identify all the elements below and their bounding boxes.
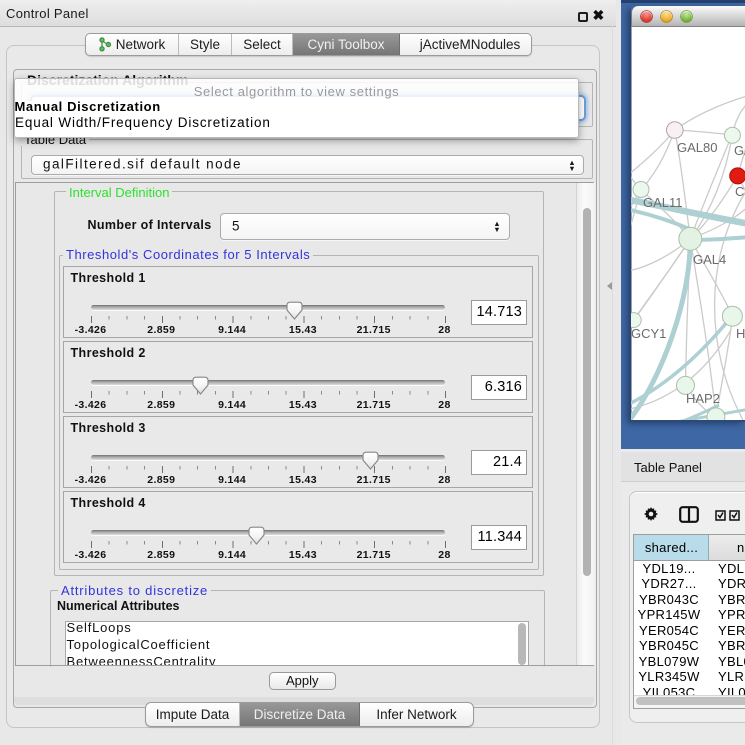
svg-text:GCY1: GCY1 [631, 326, 666, 341]
svg-text:GAL80: GAL80 [677, 140, 717, 155]
svg-text:GA: GA [734, 143, 745, 158]
svg-text:H: H [736, 326, 745, 341]
svg-text:C: C [735, 184, 744, 199]
svg-text:GAL4: GAL4 [693, 252, 726, 267]
svg-text:GAL11: GAL11 [643, 195, 683, 210]
svg-text:HAP2: HAP2 [686, 391, 720, 406]
